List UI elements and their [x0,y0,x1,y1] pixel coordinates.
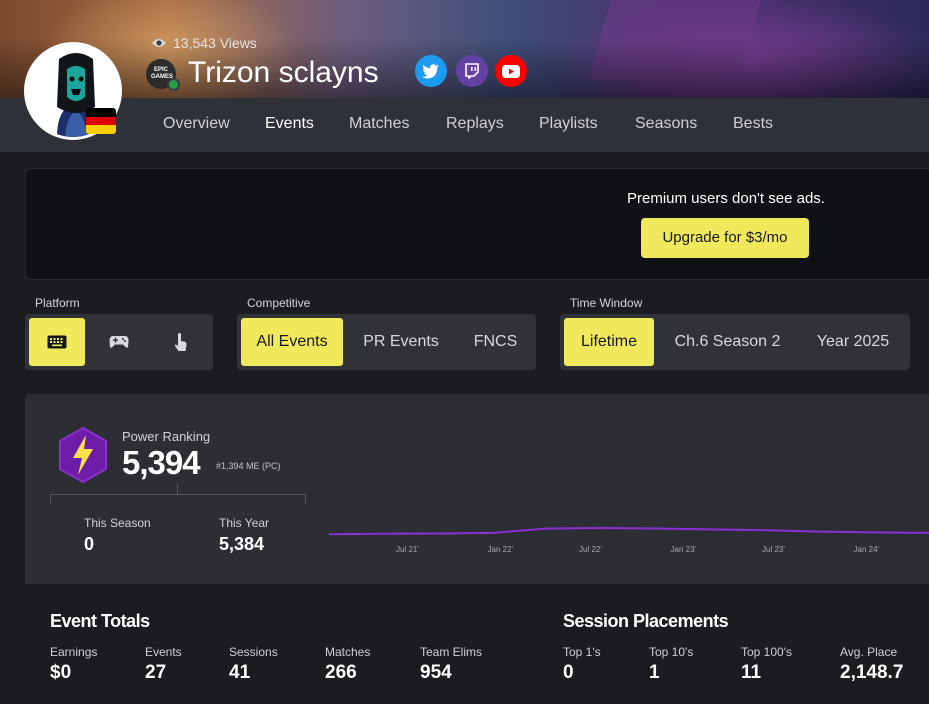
power-ranking-panel [25,394,929,584]
country-flag [86,108,116,134]
sessions-value: 41 [229,662,251,683]
divider-tick [50,494,51,504]
touch-icon [174,332,187,351]
platform-filter [25,314,213,370]
twitch-icon[interactable] [456,55,488,87]
sessions-label: Sessions [229,645,278,659]
time-year-2025[interactable]: Year 2025 [800,318,906,366]
tab-events[interactable]: Events [265,98,314,152]
competitive-pr-events[interactable]: PR Events [349,318,453,366]
controller-icon [109,335,129,348]
events-value: 27 [145,662,167,683]
divider-tick [305,494,306,504]
events-label: Events [145,645,182,659]
team-elims-value: 954 [420,662,452,683]
platform-label: Platform [35,296,80,310]
keyboard-icon [47,335,67,349]
top100-value: 11 [741,662,762,683]
matches-value: 266 [325,662,357,683]
top10-value: 1 [649,662,660,683]
epic-games-icon: EPIC GAMES [146,59,180,91]
session-placements-title: Session Placements [563,611,729,631]
tab-bests[interactable]: Bests [733,98,773,152]
platform-touch-button[interactable] [153,318,209,366]
x-tick-label: Jan 24' [853,545,880,554]
x-tick-label: Jul 22' [579,545,602,554]
avg-place-value: 2,148.7 [840,662,904,683]
time-window-filter: Lifetime Ch.6 Season 2 Year 2025 [560,314,910,370]
view-count: 13,543 Views [151,35,257,51]
platform-controller-button[interactable] [91,318,147,366]
tab-overview[interactable]: Overview [163,98,230,152]
upgrade-button[interactable]: Upgrade for $3/mo [641,218,809,258]
team-elims-label: Team Elims [420,645,483,659]
competitive-label: Competitive [247,296,311,310]
top1-value: 0 [563,662,574,683]
competitive-fncs[interactable]: FNCS [459,318,532,366]
divider-tick [177,484,178,494]
power-ranking-value: 5,394 [122,444,201,481]
youtube-icon[interactable] [495,55,527,87]
power-ranking-label: Power Ranking [122,429,211,444]
tab-seasons[interactable]: Seasons [635,98,697,152]
this-year-value: 5,384 [219,534,265,554]
power-ranking-chart [329,526,929,536]
profile-nav: Overview Events Matches Replays Playlist… [0,98,929,152]
tab-playlists[interactable]: Playlists [539,98,598,152]
matches-label: Matches [325,645,371,659]
tab-matches[interactable]: Matches [349,98,409,152]
power-ranking-series-line [329,526,929,536]
platform-keyboard-button[interactable] [29,318,85,366]
x-tick-label: Jan 23' [670,545,697,554]
time-window-label: Time Window [570,296,643,310]
x-tick-label: Jul 21' [396,545,419,554]
this-season-label: This Season [84,516,151,530]
top10-label: Top 10's [649,645,694,659]
eye-icon [152,39,166,47]
views-text: 13,543 Views [173,35,257,51]
time-ch6-season2[interactable]: Ch.6 Season 2 [660,318,795,366]
top1-label: Top 1's [563,645,601,659]
x-tick-label: Jan 22' [487,545,514,554]
tab-replays[interactable]: Replays [446,98,504,152]
power-ranking-icon [59,427,107,483]
this-season-value: 0 [84,534,95,554]
avg-place-label: Avg. Place [840,645,898,659]
verified-check-icon [167,78,180,91]
earnings-label: Earnings [50,645,98,659]
time-lifetime[interactable]: Lifetime [564,318,654,366]
player-name: Trizon sclayns [188,56,379,89]
twitter-icon[interactable] [415,55,447,87]
x-tick-label: Jul 23' [762,545,785,554]
this-year-label: This Year [219,516,270,530]
ad-message: Premium users don't see ads. [627,190,825,207]
competitive-all-events[interactable]: All Events [241,318,343,366]
top100-label: Top 100's [741,645,792,659]
power-ranking-rank: #1,394 ME (PC) [216,461,281,471]
stats-divider [50,494,306,495]
competitive-filter: All Events PR Events FNCS [237,314,536,370]
earnings-value: $0 [50,662,72,683]
event-totals-title: Event Totals [50,611,150,631]
